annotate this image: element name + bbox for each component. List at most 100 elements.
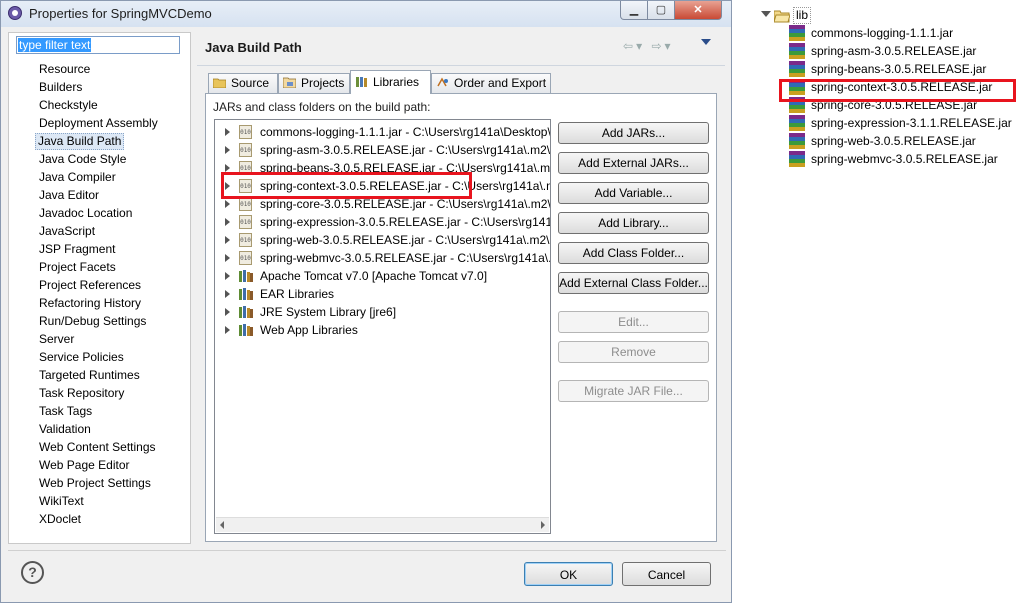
- expand-arrow-icon[interactable]: [225, 290, 230, 298]
- tree-item-checkstyle[interactable]: Checkstyle: [37, 97, 100, 114]
- page-title: Java Build Path: [205, 40, 302, 55]
- help-icon[interactable]: ?: [21, 561, 44, 584]
- tree-item-validation[interactable]: Validation: [37, 421, 93, 438]
- expand-arrow-icon[interactable]: [225, 254, 230, 262]
- forward-dropdown-icon[interactable]: ▾: [665, 39, 674, 53]
- build-path-entry-label: Web App Libraries: [260, 323, 358, 337]
- tree-item-deployment-assembly[interactable]: Deployment Assembly: [37, 115, 160, 132]
- lib-folder-label: lib: [793, 7, 812, 24]
- build-path-entry-label: commons-logging-1.1.1.jar - C:\Users\rg1…: [260, 125, 551, 139]
- expand-arrow-icon[interactable]: [761, 11, 771, 17]
- order-export-icon: [437, 77, 448, 87]
- tree-item-project-references[interactable]: Project References: [37, 277, 143, 294]
- expand-arrow-icon[interactable]: [225, 164, 230, 172]
- view-menu-icon[interactable]: [701, 39, 711, 45]
- header-divider: [197, 65, 725, 66]
- add-external-class-folder-button[interactable]: Add External Class Folder...: [558, 272, 709, 294]
- tab-order-and-export[interactable]: Order and Export: [431, 73, 551, 93]
- history-nav[interactable]: ⇦▾ ⇨▾: [623, 39, 674, 53]
- back-dropdown-icon[interactable]: ▾: [636, 39, 645, 53]
- projects-icon: [283, 77, 296, 88]
- eclipse-icon: [8, 6, 22, 20]
- tree-item-web-page-editor[interactable]: Web Page Editor: [37, 457, 132, 474]
- forward-arrow-icon[interactable]: ⇨: [651, 39, 664, 53]
- horizontal-scrollbar[interactable]: [216, 517, 549, 532]
- tree-item-java-compiler[interactable]: Java Compiler: [37, 169, 118, 186]
- tree-item-javadoc-location[interactable]: Javadoc Location: [37, 205, 134, 222]
- tree-item-refactoring-history[interactable]: Refactoring History: [37, 295, 143, 312]
- tree-item-project-facets[interactable]: Project Facets: [37, 259, 118, 276]
- add-variable-button[interactable]: Add Variable...: [558, 182, 709, 204]
- jar-icon: 010: [239, 143, 252, 157]
- build-path-entry-label: EAR Libraries: [260, 287, 335, 301]
- build-path-entry-label: spring-webmvc-3.0.5.RELEASE.jar - C:\Use…: [260, 251, 551, 265]
- library-icon: [239, 324, 253, 336]
- package-explorer-panel: lib commons-logging-1.1.1.jar spring-asm-…: [733, 0, 1018, 603]
- minimize-button[interactable]: ▁: [620, 1, 648, 20]
- tree-item-task-repository[interactable]: Task Repository: [37, 385, 126, 402]
- add-library-button[interactable]: Add Library...: [558, 212, 709, 234]
- tree-item-web-content-settings[interactable]: Web Content Settings: [37, 439, 158, 456]
- archive-icon: [789, 43, 805, 59]
- tree-item-service-policies[interactable]: Service Policies: [37, 349, 126, 366]
- edit-button[interactable]: Edit...: [558, 311, 709, 333]
- scroll-left-icon[interactable]: [220, 521, 224, 529]
- migrate-jar-file-button[interactable]: Migrate JAR File...: [558, 380, 709, 402]
- expand-arrow-icon[interactable]: [225, 128, 230, 136]
- archive-icon: [789, 151, 805, 167]
- jar-icon: 010: [239, 251, 252, 265]
- scroll-right-icon[interactable]: [541, 521, 545, 529]
- tree-item-wikitext[interactable]: WikiText: [37, 493, 86, 510]
- add-external-jars-button[interactable]: Add External JARs...: [558, 152, 709, 174]
- tree-item-server[interactable]: Server: [37, 331, 76, 348]
- add-jars-button[interactable]: Add JARs...: [558, 122, 709, 144]
- tab-projects[interactable]: Projects: [278, 73, 350, 93]
- explorer-file-label: spring-web-3.0.5.RELEASE.jar: [811, 134, 976, 148]
- tree-item-task-tags[interactable]: Task Tags: [37, 403, 94, 420]
- library-icon: [239, 288, 253, 300]
- expand-arrow-icon[interactable]: [225, 236, 230, 244]
- tree-item-jsp-fragment[interactable]: JSP Fragment: [37, 241, 117, 258]
- tab-libraries[interactable]: Libraries: [350, 70, 431, 94]
- expand-arrow-icon[interactable]: [225, 308, 230, 316]
- properties-dialog: Properties for SpringMVCDemo ▁ ▢ ✕ type …: [0, 0, 732, 603]
- explorer-file-label: spring-expression-3.1.1.RELEASE.jar: [811, 116, 1012, 130]
- add-class-folder-button[interactable]: Add Class Folder...: [558, 242, 709, 264]
- tree-item-builders[interactable]: Builders: [37, 79, 84, 96]
- expand-arrow-icon[interactable]: [225, 218, 230, 226]
- archive-icon: [789, 25, 805, 41]
- expand-arrow-icon[interactable]: [225, 326, 230, 334]
- tree-item-java-code-style[interactable]: Java Code Style: [37, 151, 128, 168]
- explorer-file-label: spring-webmvc-3.0.5.RELEASE.jar: [811, 152, 998, 166]
- tab-label: Projects: [301, 76, 345, 90]
- ok-button[interactable]: OK: [524, 562, 613, 586]
- back-arrow-icon[interactable]: ⇦: [623, 39, 636, 53]
- tree-item-resource[interactable]: Resource: [37, 61, 92, 78]
- footer-divider: [8, 550, 726, 551]
- archive-icon: [789, 133, 805, 149]
- tree-item-xdoclet[interactable]: XDoclet: [37, 511, 83, 528]
- title-bar[interactable]: Properties for SpringMVCDemo ▁ ▢ ✕: [1, 1, 731, 27]
- explorer-file-label: commons-logging-1.1.1.jar: [811, 26, 954, 40]
- tree-item-run-debug-settings[interactable]: Run/Debug Settings: [37, 313, 148, 330]
- expand-arrow-icon[interactable]: [225, 272, 230, 280]
- tree-item-java-editor[interactable]: Java Editor: [37, 187, 101, 204]
- remove-button[interactable]: Remove: [558, 341, 709, 363]
- tree-item-javascript[interactable]: JavaScript: [37, 223, 97, 240]
- jar-icon: 010: [239, 197, 252, 211]
- build-path-label: JARs and class folders on the build path…: [213, 100, 431, 114]
- build-path-entry-label: Apache Tomcat v7.0 [Apache Tomcat v7.0]: [260, 269, 488, 283]
- build-path-entry-label: spring-expression-3.0.5.RELEASE.jar - C:…: [260, 215, 551, 229]
- close-button[interactable]: ✕: [674, 1, 722, 20]
- archive-icon: [789, 61, 805, 77]
- explorer-file-label: spring-beans-3.0.5.RELEASE.jar: [811, 62, 987, 76]
- expand-arrow-icon[interactable]: [225, 200, 230, 208]
- maximize-button[interactable]: ▢: [647, 1, 675, 20]
- tree-item-java-build-path[interactable]: Java Build Path: [35, 133, 125, 150]
- expand-arrow-icon[interactable]: [225, 146, 230, 154]
- tab-source[interactable]: Source: [208, 73, 278, 93]
- tree-item-targeted-runtimes[interactable]: Targeted Runtimes: [37, 367, 142, 384]
- cancel-button[interactable]: Cancel: [622, 562, 711, 586]
- highlight-box-spring-context: [221, 172, 472, 199]
- tree-item-web-project-settings[interactable]: Web Project Settings: [37, 475, 153, 492]
